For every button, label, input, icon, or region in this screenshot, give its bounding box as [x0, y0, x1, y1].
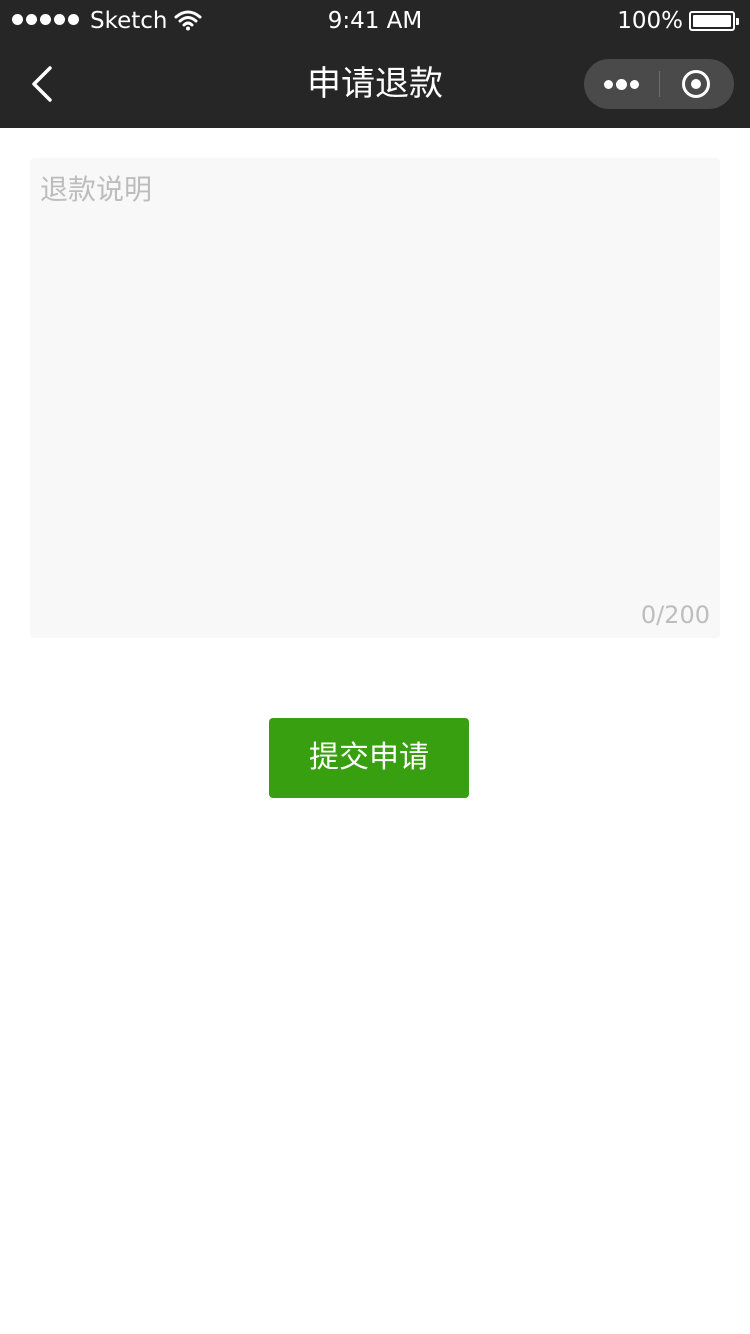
close-miniprogram-button[interactable]	[660, 59, 734, 109]
more-button[interactable]	[584, 59, 659, 109]
refund-description-input[interactable]	[30, 158, 720, 638]
submit-application-button[interactable]: 提交申请	[269, 718, 469, 798]
refund-description-box: 0/200	[30, 158, 720, 638]
back-button[interactable]	[24, 60, 64, 108]
dot	[630, 80, 639, 89]
dot	[604, 80, 613, 89]
dot	[616, 79, 627, 90]
target-circle-core	[691, 79, 701, 89]
character-counter: 0/200	[640, 601, 710, 629]
battery-percentage: 100%	[617, 8, 683, 34]
status-bar: Sketch 9:41 AM 100%	[0, 0, 750, 40]
chevron-left-icon	[32, 66, 52, 102]
navigation-bar: 申请退款	[0, 40, 750, 128]
battery-icon	[689, 11, 739, 31]
miniprogram-capsule	[584, 59, 734, 109]
battery-level-fill	[693, 15, 731, 27]
